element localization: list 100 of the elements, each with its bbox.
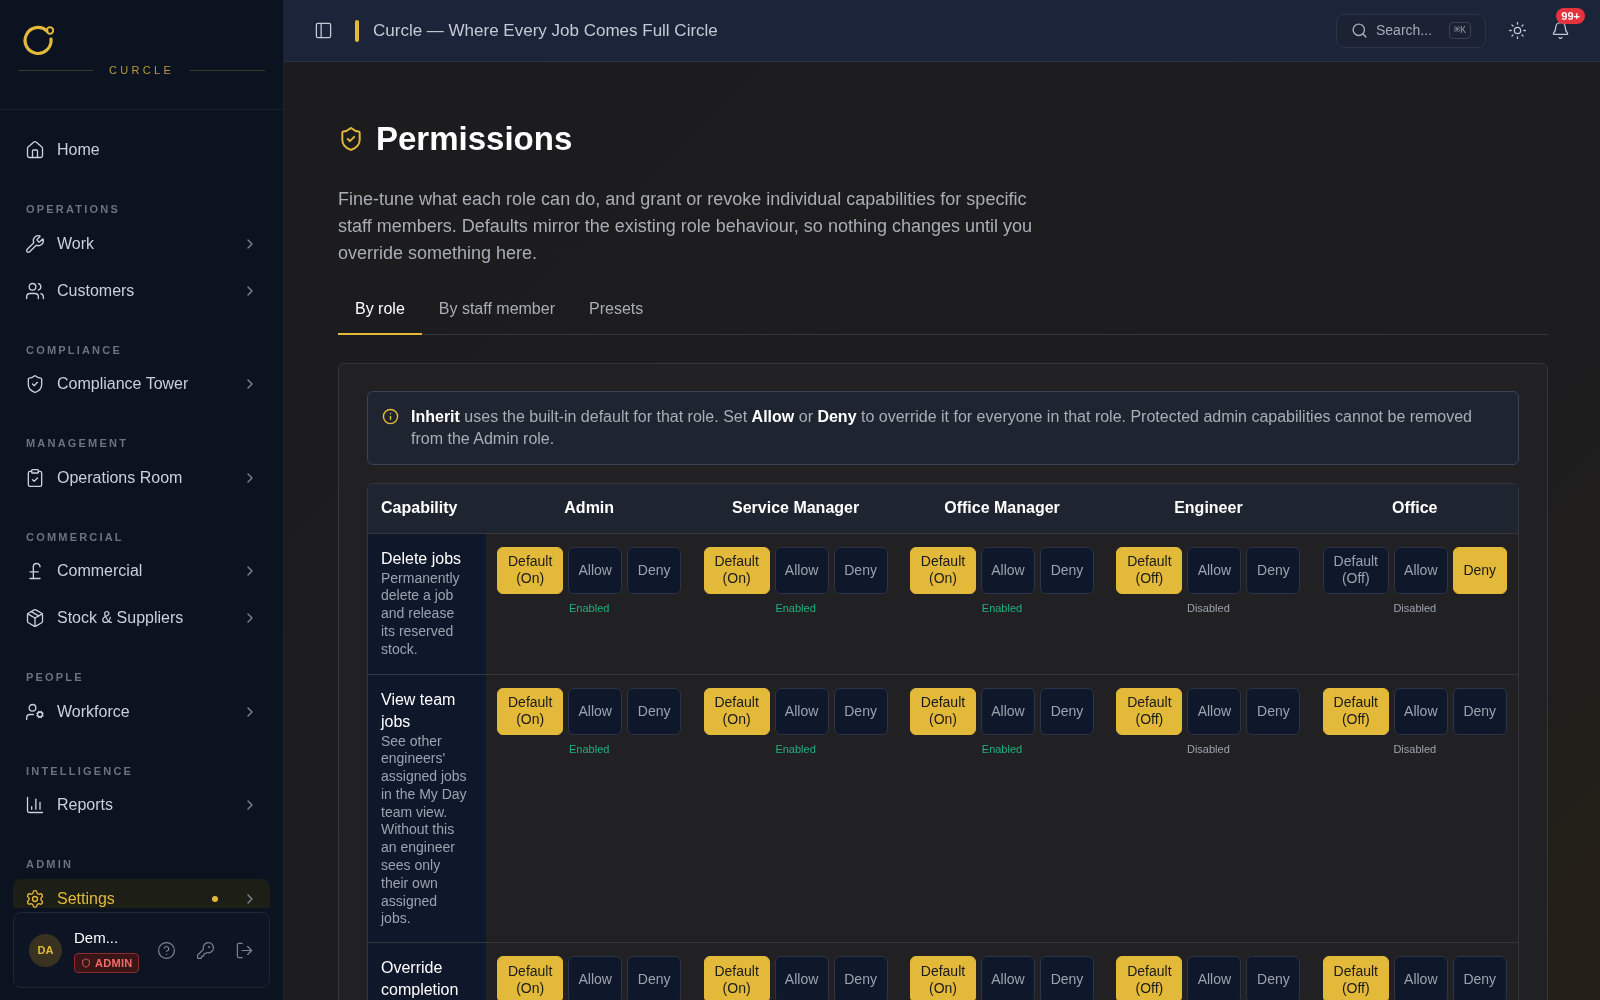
capability-name: Override completion — [381, 958, 460, 1000]
nav-item[interactable]: Work — [13, 223, 270, 264]
permission-option[interactable]: Allow — [568, 687, 623, 735]
brand-name: CURCLE — [109, 63, 174, 78]
column-header: Capability — [380, 498, 459, 518]
status-text: Disabled — [1393, 741, 1437, 757]
shield-icon — [81, 957, 91, 968]
section-label: ADMIN — [25, 857, 75, 872]
permission-option[interactable]: Deny — [627, 956, 682, 1000]
permission-option[interactable]: Allow — [1393, 546, 1448, 594]
capability-description: Permanently delete a job and release its reserved stock. — [381, 569, 461, 659]
permission-option[interactable]: Default (Off) — [1116, 546, 1183, 594]
status-text: Enabled — [775, 600, 816, 616]
page-description: Fine-tune what each role can do, and grant or revoke individual capabilities for specific staff members. Defaults mirror the existing role behaviour, so nothing changes until you override something here. — [338, 187, 1034, 265]
permission-option[interactable]: Allow — [774, 546, 829, 594]
nav-item[interactable]: Stock & Suppliers — [13, 598, 270, 638]
shield-icon — [338, 125, 364, 152]
permission-option[interactable]: Deny — [833, 687, 888, 735]
column-header: Admin — [563, 498, 616, 518]
notifications-icon[interactable] — [1551, 21, 1570, 40]
permission-option[interactable]: Allow — [981, 687, 1035, 735]
capability-name: View team jobs — [381, 689, 457, 732]
section-label: INTELLIGENCE — [25, 763, 135, 779]
nav-item[interactable]: Compliance Tower — [13, 364, 270, 404]
permission-option[interactable]: Allow — [981, 956, 1035, 1000]
permission-option[interactable]: Default (Off) — [1322, 687, 1389, 735]
permission-option[interactable]: Default (On) — [910, 687, 976, 735]
column-header: Service Manager — [731, 498, 861, 518]
permission-option[interactable]: Deny — [1452, 687, 1507, 735]
key-icon[interactable] — [196, 940, 215, 960]
search-field[interactable]: Search... ⌘K — [1336, 13, 1486, 48]
permission-option[interactable]: Default (On) — [703, 956, 770, 1000]
nav-item[interactable]: Commercial — [13, 551, 270, 591]
permission-option[interactable]: Default (On) — [497, 546, 564, 594]
permission-option[interactable]: Default (On) — [497, 956, 564, 1000]
tab[interactable]: By role — [338, 296, 422, 335]
permission-option[interactable]: Default (Off) — [1322, 546, 1389, 594]
user-gear-icon — [25, 701, 45, 722]
permission-option[interactable]: Allow — [568, 956, 623, 1000]
page-title: Permissions — [376, 119, 573, 159]
nav-item[interactable]: Operations Room — [13, 457, 270, 498]
section-label: COMPLIANCE — [25, 342, 123, 358]
status-text: Enabled — [981, 600, 1023, 616]
permission-option[interactable]: Deny — [627, 687, 682, 735]
permission-option[interactable]: Default (On) — [703, 687, 770, 735]
wrench-icon — [25, 233, 45, 254]
nav-item[interactable]: Customers — [13, 270, 270, 311]
status-text: Enabled — [569, 741, 610, 757]
permission-option[interactable]: Default (Off) — [1116, 956, 1183, 1000]
logout-icon[interactable] — [235, 940, 254, 960]
permission-option[interactable]: Deny — [1452, 956, 1507, 1000]
permission-option[interactable]: Deny — [1040, 956, 1094, 1000]
permission-option[interactable]: Allow — [774, 956, 829, 1000]
bar-chart-icon — [25, 795, 45, 815]
shortcut-key: ⌘K — [1448, 22, 1471, 39]
permission-option[interactable]: Allow — [1393, 956, 1448, 1000]
permission-option[interactable]: Allow — [1187, 546, 1242, 594]
tab[interactable]: Presets — [572, 296, 661, 335]
permission-option[interactable]: Deny — [627, 546, 682, 594]
permission-option[interactable]: Deny — [833, 546, 888, 594]
permission-option[interactable]: Allow — [1393, 687, 1448, 735]
permission-option[interactable]: Default (Off) — [1116, 687, 1183, 735]
tab[interactable]: By staff member — [421, 296, 572, 335]
permission-option[interactable]: Deny — [1246, 687, 1301, 735]
avatar: DA — [29, 933, 62, 967]
theme-toggle-icon[interactable] — [1508, 21, 1527, 40]
box-icon — [25, 608, 45, 628]
role-badge: ADMIN — [74, 952, 140, 973]
permission-option[interactable]: Allow — [568, 546, 623, 594]
settings-icon — [25, 888, 45, 908]
status-text: Enabled — [775, 741, 816, 757]
users-icon — [25, 280, 45, 301]
permission-option[interactable]: Deny — [833, 956, 888, 1000]
help-icon[interactable] — [157, 940, 176, 960]
permission-option[interactable]: Deny — [1040, 687, 1094, 735]
column-header: Engineer — [1173, 498, 1244, 518]
permission-option[interactable]: Default (Off) — [1322, 956, 1389, 1000]
home-icon — [25, 140, 45, 160]
permission-option[interactable]: Allow — [1187, 687, 1242, 735]
permission-option[interactable]: Deny — [1246, 546, 1301, 594]
sidebar-toggle-icon[interactable] — [314, 21, 333, 40]
permission-option[interactable]: Allow — [774, 687, 829, 735]
permission-option[interactable]: Default (On) — [497, 687, 564, 735]
nav-item[interactable]: Workforce — [13, 691, 270, 732]
permission-option[interactable]: Default (On) — [910, 956, 976, 1000]
permission-option[interactable]: Deny — [1040, 546, 1094, 594]
permission-option[interactable]: Allow — [1187, 956, 1242, 1000]
nav-item[interactable]: Home — [13, 130, 270, 170]
status-text: Enabled — [981, 741, 1023, 757]
permission-option[interactable]: Allow — [981, 546, 1035, 594]
nav-item[interactable]: Settings — [13, 878, 270, 908]
nav-item[interactable]: Reports — [13, 785, 270, 825]
user-name: Dem... — [74, 928, 120, 949]
column-header: Office — [1391, 498, 1439, 518]
permission-option[interactable]: Default (On) — [910, 546, 976, 594]
permission-option[interactable]: Deny — [1246, 956, 1301, 1000]
notice-text: Inherit uses the built-in default for that role. Set Allow or Deny to override it for everyone in that role. Protected admin capabilities cannot be removed from the Admin role. — [411, 406, 1473, 449]
permission-option[interactable]: Default (On) — [703, 546, 770, 594]
section-label: PEOPLE — [25, 670, 85, 685]
permission-option[interactable]: Deny — [1452, 546, 1507, 594]
